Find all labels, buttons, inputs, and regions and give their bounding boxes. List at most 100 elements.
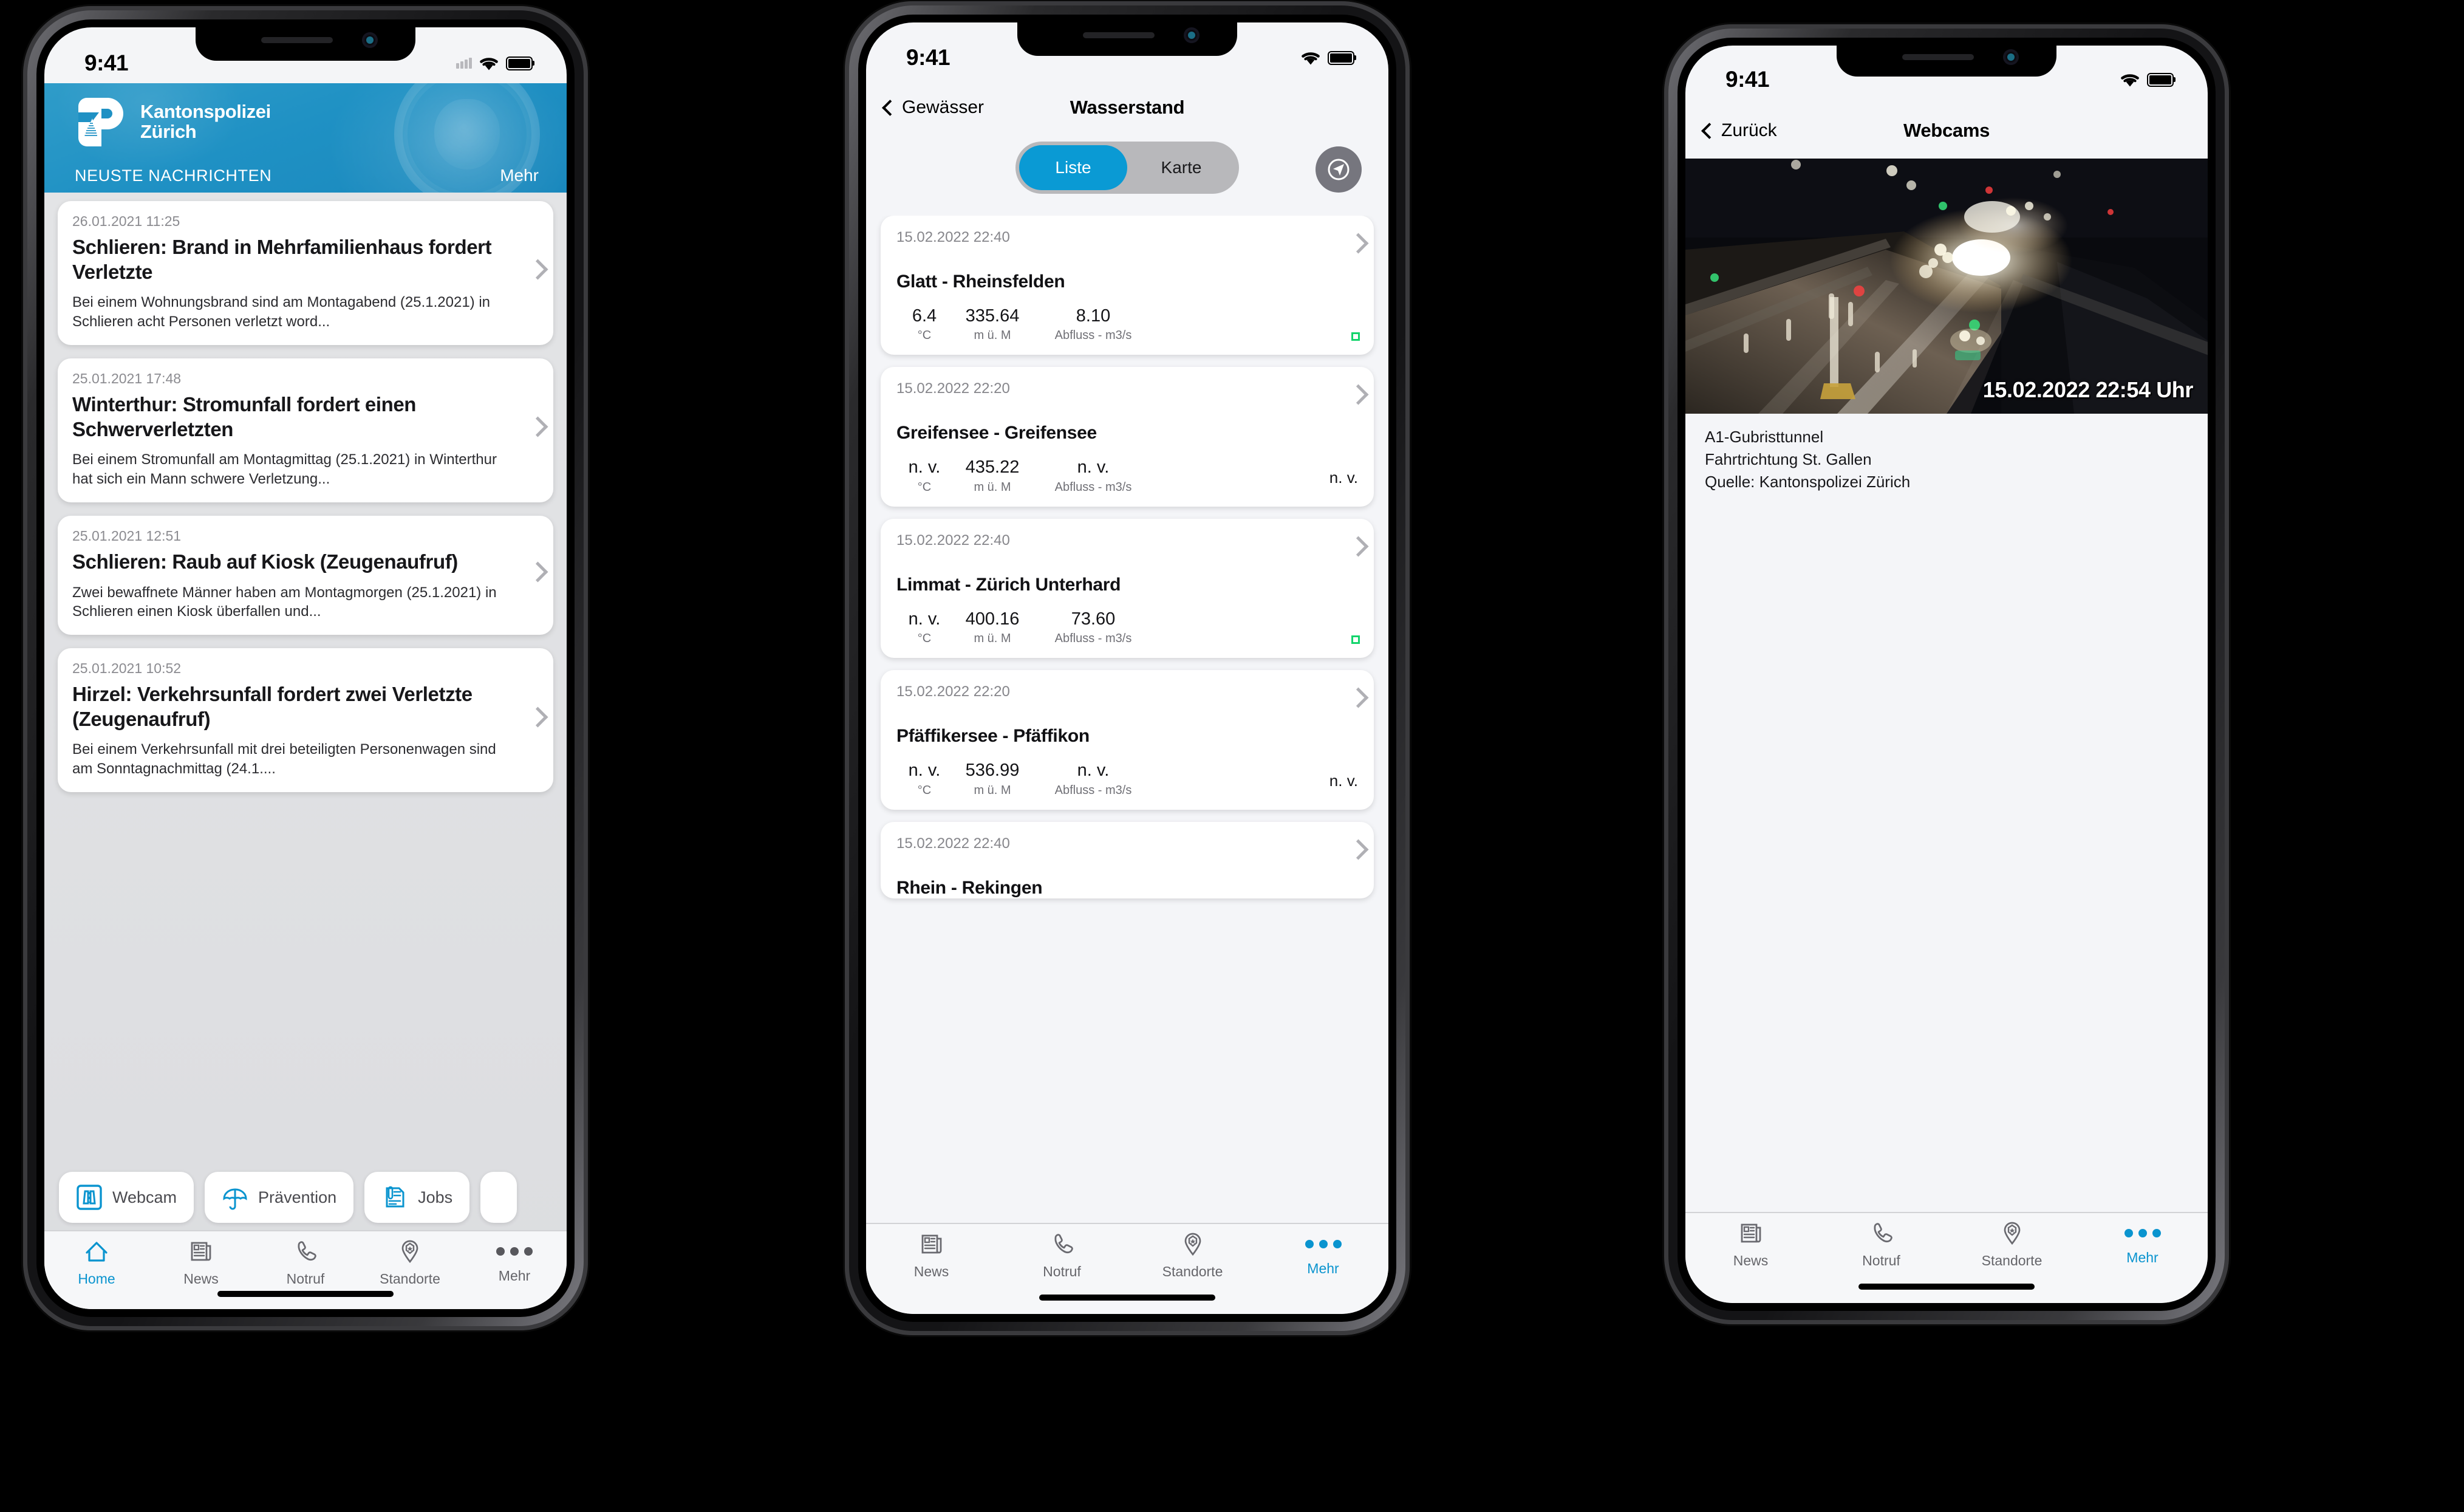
water-level-list[interactable]: 15.02.2022 22:40 Glatt - Rheinsfelden 6.… (866, 216, 1388, 1217)
quick-action-webcam[interactable]: Webcam (59, 1172, 194, 1223)
station-metrics: n. v. °C 435.22 m ü. M n. v. Abfluss - m… (896, 458, 1358, 494)
home-indicator (1858, 1284, 2035, 1290)
water-station-card[interactable]: 15.02.2022 22:20 Greifensee - Greifensee… (881, 367, 1374, 507)
metric-unit: °C (917, 783, 932, 797)
station-timestamp: 15.02.2022 22:20 (896, 683, 1010, 700)
news-date: 26.01.2021 11:25 (72, 213, 180, 229)
news-summary: Bei einem Stromunfall am Montagmittag (2… (72, 451, 497, 488)
back-button[interactable]: Gewässer (882, 97, 984, 118)
metric-unit: m ü. M (974, 783, 1011, 797)
phone-icon (293, 1240, 318, 1266)
tab-home[interactable]: Home (51, 1240, 142, 1287)
kapo-p-logo-icon (73, 94, 132, 150)
document-pen-icon (381, 1184, 408, 1211)
map-pin-star-icon (1181, 1233, 1205, 1259)
phone-icon (1050, 1233, 1074, 1259)
water-station-card[interactable]: 15.02.2022 22:40 Rhein - Rekingen (881, 821, 1374, 898)
tab-news[interactable]: News (155, 1240, 247, 1287)
chevron-right-icon (1348, 536, 1369, 557)
tab-label: News (183, 1271, 219, 1287)
segment-karte[interactable]: Karte (1127, 145, 1235, 190)
nav-bar: Gewässer Wasserstand (866, 78, 1388, 137)
news-date: 25.01.2021 10:52 (72, 660, 182, 677)
phone-2-bezel: 9:41 Gewässer Wasserstand Liste Karte 15… (858, 15, 1396, 1322)
metric-value: n. v. (1077, 457, 1110, 477)
water-station-card[interactable]: 15.02.2022 22:40 Limmat - Zürich Unterha… (881, 518, 1374, 659)
news-section-bar: NEUSTE NACHRICHTEN Mehr (75, 166, 539, 185)
news-title: Schlieren: Raub auf Kiosk (Zeugenaufruf) (72, 550, 458, 573)
webcam-caption: A1-Gubristtunnel Fahrtrichtung St. Galle… (1705, 426, 2188, 493)
phone-3-bezel: 9:41 Zurück Webcams 15.02.2022 22:54 Uhr… (1677, 38, 2216, 1311)
metric-unit: °C (917, 632, 932, 646)
status-indicators (456, 55, 533, 72)
metric-unit: Abfluss - m3/s (1054, 632, 1132, 646)
news-title: Schlieren: Brand in Mehrfamilienhaus for… (72, 236, 492, 283)
quick-action-label: Prävention (258, 1188, 337, 1206)
metric-value: 335.64 (965, 306, 1020, 326)
metric-unit: Abfluss - m3/s (1054, 329, 1132, 343)
metric-flow: 73.60 Abfluss - m3/s (1032, 609, 1154, 646)
metric-value: 435.22 (965, 457, 1020, 477)
news-card[interactable]: 25.01.2021 12:51 Schlieren: Raub auf Kio… (58, 515, 553, 635)
quick-action-praevention[interactable]: Prävention (205, 1172, 354, 1223)
tab-standorte[interactable]: Standorte (1967, 1222, 2058, 1269)
motorway-icon (76, 1184, 103, 1211)
news-card[interactable]: 25.01.2021 10:52 Hirzel: Verkehrsunfall … (58, 648, 553, 793)
back-button[interactable]: Zurück (1701, 120, 1777, 141)
news-card[interactable]: 26.01.2021 11:25 Schlieren: Brand in Meh… (58, 201, 553, 345)
news-card[interactable]: 25.01.2021 17:48 Winterthur: Stromunfall… (58, 358, 553, 502)
metric-unit: m ü. M (974, 329, 1011, 343)
status-text: n. v. (1329, 771, 1358, 790)
segment-liste[interactable]: Liste (1019, 145, 1127, 190)
metric-value: 536.99 (965, 761, 1020, 781)
metric-level: 400.16 m ü. M (952, 609, 1032, 646)
tab-news[interactable]: News (1705, 1222, 1797, 1269)
water-station-card[interactable]: 15.02.2022 22:20 Pfäffikersee - Pfäffiko… (881, 670, 1374, 810)
webcam-image[interactable]: 15.02.2022 22:54 Uhr (1685, 159, 2208, 414)
metric-value: n. v. (908, 609, 941, 629)
tab-standorte[interactable]: Standorte (1147, 1233, 1238, 1280)
tab-news[interactable]: News (886, 1233, 977, 1280)
quick-action-partial[interactable] (480, 1172, 517, 1223)
tab-mehr[interactable]: Mehr (469, 1240, 560, 1284)
battery-icon (2147, 72, 2174, 87)
tab-notruf[interactable]: Notruf (260, 1240, 351, 1287)
status-text: n. v. (1329, 468, 1358, 487)
metric-value: n. v. (908, 457, 941, 477)
phone-1-bezel: 9:41 Kantonspolizei Zürich NEUSTE NACHRI… (36, 19, 575, 1317)
status-indicators (2119, 71, 2174, 88)
chevron-right-icon (1348, 687, 1369, 708)
chevron-left-icon (1701, 122, 1718, 139)
station-timestamp: 15.02.2022 22:40 (896, 835, 1010, 852)
water-station-card[interactable]: 15.02.2022 22:40 Glatt - Rheinsfelden 6.… (881, 216, 1374, 355)
tab-mehr[interactable]: Mehr (2097, 1222, 2188, 1266)
quick-action-jobs[interactable]: Jobs (364, 1172, 470, 1223)
tab-mehr[interactable]: Mehr (1278, 1233, 1369, 1277)
news-more-link[interactable]: Mehr (500, 166, 539, 185)
tab-label: News (1733, 1253, 1769, 1268)
back-label: Zurück (1721, 120, 1777, 140)
news-title: Hirzel: Verkehrsunfall fordert zwei Verl… (72, 683, 473, 730)
locate-button[interactable] (1316, 146, 1362, 193)
webcam-timestamp: 15.02.2022 22:54 Uhr (1982, 377, 2194, 402)
tab-label: Mehr (1307, 1261, 1339, 1276)
station-metrics: n. v. °C 400.16 m ü. M 73.60 Abfluss - m… (896, 609, 1358, 646)
chevron-right-icon (527, 259, 548, 280)
webcam-source: Quelle: Kantonspolizei Zürich (1705, 472, 1911, 491)
news-title: Winterthur: Stromunfall fordert einen Sc… (72, 392, 417, 440)
newspaper-icon (189, 1240, 213, 1266)
brand-line-1: Kantonspolizei (140, 101, 271, 123)
view-switcher-row: Liste Karte (866, 142, 1388, 208)
metric-value: 6.4 (912, 306, 937, 326)
news-list[interactable]: 26.01.2021 11:25 Schlieren: Brand in Meh… (44, 193, 567, 1165)
brand-line-2: Zürich (140, 121, 197, 142)
home-body: 26.01.2021 11:25 Schlieren: Brand in Meh… (44, 193, 567, 1309)
tab-standorte[interactable]: Standorte (364, 1240, 456, 1287)
status-time: 9:41 (906, 45, 950, 70)
tab-notruf[interactable]: Notruf (1017, 1233, 1108, 1280)
news-date: 25.01.2021 12:51 (72, 527, 182, 544)
metric-unit: Abfluss - m3/s (1054, 783, 1132, 797)
segmented-control[interactable]: Liste Karte (1015, 142, 1239, 194)
tab-notruf[interactable]: Notruf (1836, 1222, 1927, 1269)
quick-action-chips: Webcam Prävention Jobs (44, 1165, 567, 1230)
